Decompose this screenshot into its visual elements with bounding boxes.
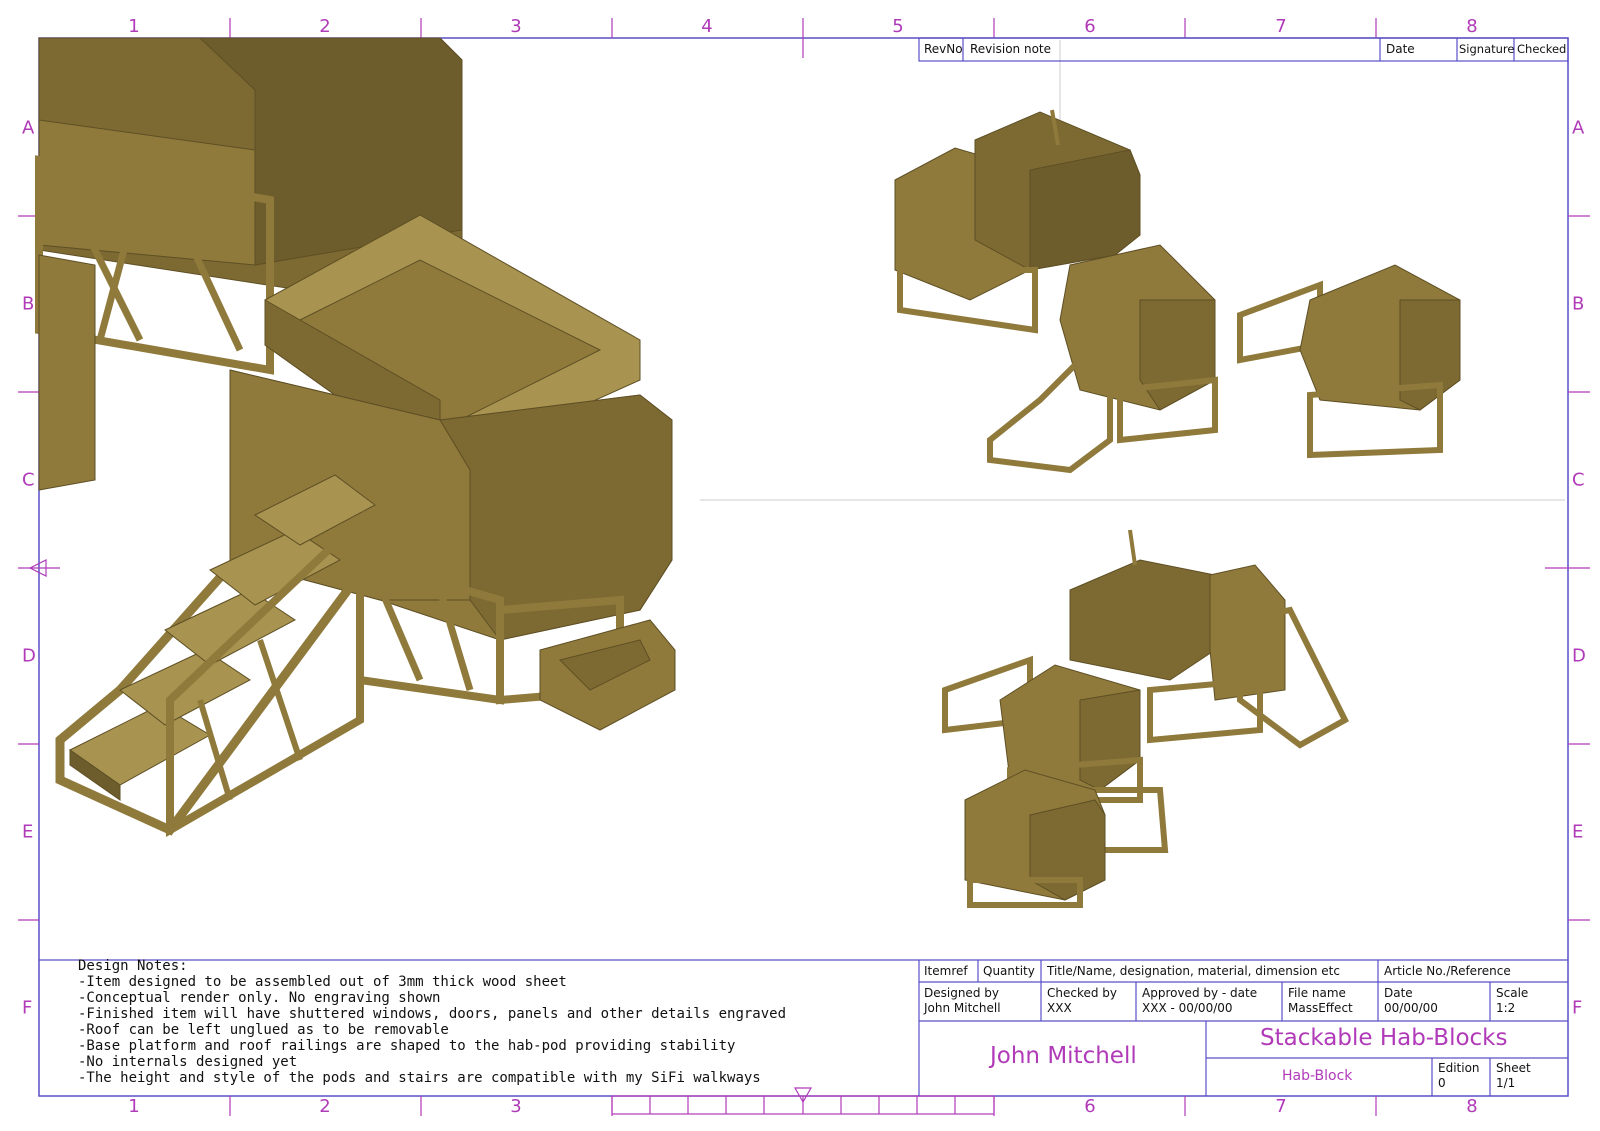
column-label: 1 — [128, 1096, 140, 1117]
checked-by-value: XXX — [1047, 1001, 1072, 1015]
article-header: Article No./Reference — [1384, 964, 1511, 978]
main-isometric-view — [35, 37, 676, 837]
drawing-sheet: 1 2 3 4 5 6 7 8 1 2 3 6 7 8 A B C D E F … — [0, 0, 1600, 1131]
checked-by-label: Checked by — [1047, 986, 1118, 1000]
design-note-line: -Base platform and roof railings are sha… — [78, 1038, 736, 1054]
sheet-value: 1/1 — [1496, 1076, 1516, 1090]
column-label: 8 — [1466, 1096, 1478, 1117]
itemref-header: Itemref — [924, 964, 968, 978]
column-label: 5 — [892, 16, 904, 37]
design-note-line: -Roof can be left unglued as to be remov… — [78, 1022, 449, 1038]
column-label: 3 — [510, 1096, 522, 1117]
row-label: E — [22, 821, 34, 843]
row-label: C — [1572, 469, 1585, 491]
design-note-line: -Conceptual render only. No engraving sh… — [78, 990, 441, 1006]
row-label: A — [22, 117, 35, 139]
author-name: John Mitchell — [990, 1043, 1137, 1069]
revision-date-header: Date — [1386, 42, 1415, 56]
row-label: D — [22, 645, 36, 667]
column-label: 3 — [510, 16, 522, 37]
design-note-line: -No internals designed yet — [78, 1054, 298, 1070]
bottom-right-view — [942, 529, 1349, 908]
quantity-header: Quantity — [983, 964, 1035, 978]
rev-no-header: RevNo — [924, 42, 963, 56]
scale-label: Scale — [1496, 986, 1529, 1000]
approved-value: XXX - 00/00/00 — [1142, 1001, 1233, 1015]
row-label: B — [1572, 293, 1585, 315]
design-note-line: -The height and style of the pods and st… — [78, 1070, 761, 1086]
design-notes: Design Notes: -Item designed to be assem… — [78, 958, 786, 1086]
row-label: A — [1572, 117, 1585, 139]
date-label: Date — [1384, 986, 1413, 1000]
date-value: 00/00/00 — [1384, 1001, 1438, 1015]
designed-by-value: John Mitchell — [924, 1001, 1001, 1015]
approved-label: Approved by - date — [1142, 986, 1258, 1000]
design-note-line: -Item designed to be assembled out of 3m… — [78, 974, 567, 990]
checked-header: Checked — [1517, 42, 1567, 56]
column-label: 2 — [319, 16, 331, 37]
signature-header: Signature — [1459, 42, 1515, 56]
row-label: F — [22, 997, 33, 1019]
drawing-title: Stackable Hab-Blocks — [1260, 1025, 1508, 1051]
row-label: C — [22, 469, 35, 491]
row-label: B — [22, 293, 35, 315]
row-label: F — [1572, 997, 1583, 1019]
column-label: 2 — [319, 1096, 331, 1117]
design-note-line: -Finished item will have shuttered windo… — [78, 1006, 787, 1022]
design-notes-heading: Design Notes: — [78, 958, 188, 974]
revision-note-header: Revision note — [970, 42, 1051, 56]
drawing-subtitle: Hab-Block — [1282, 1068, 1353, 1084]
designed-by-label: Designed by — [924, 986, 999, 1000]
title-header: Title/Name, designation, material, dimen… — [1047, 964, 1340, 978]
column-label: 7 — [1275, 16, 1287, 37]
column-label: 8 — [1466, 16, 1478, 37]
edition-label: Edition — [1438, 1061, 1480, 1075]
column-label: 6 — [1084, 16, 1096, 37]
row-label: E — [1572, 821, 1584, 843]
sheet-label: Sheet — [1496, 1061, 1531, 1075]
column-label: 1 — [128, 16, 140, 37]
file-name-value: MassEffect — [1288, 1001, 1353, 1015]
column-label: 7 — [1275, 1096, 1287, 1117]
column-label: 6 — [1084, 1096, 1096, 1117]
column-label: 4 — [701, 16, 713, 37]
edition-value: 0 — [1438, 1076, 1446, 1090]
file-name-label: File name — [1288, 986, 1346, 1000]
scale-value: 1:2 — [1496, 1001, 1516, 1015]
top-right-view — [894, 109, 1461, 474]
row-label: D — [1572, 645, 1586, 667]
